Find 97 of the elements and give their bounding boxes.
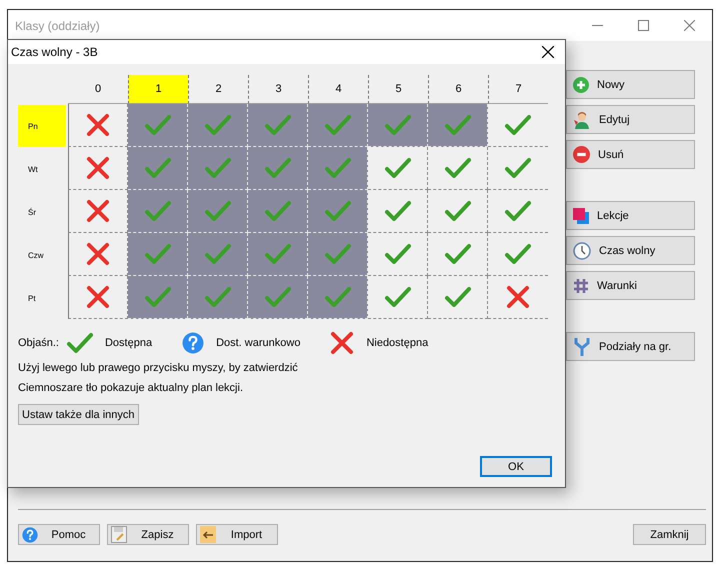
- check-icon: [264, 114, 290, 136]
- check-icon: [324, 286, 350, 308]
- check-icon: [144, 243, 170, 265]
- footer-button[interactable]: Import: [196, 524, 278, 545]
- close-icon: [684, 20, 694, 31]
- side-button[interactable]: Czas wolny: [566, 236, 695, 265]
- hash-icon: [573, 278, 589, 294]
- check-icon: [264, 157, 290, 179]
- minimize-icon: [592, 25, 602, 26]
- cross-icon: [86, 156, 110, 180]
- cross-icon: [86, 285, 110, 309]
- timetable-cell[interactable]: [68, 104, 128, 147]
- footer-button[interactable]: Pomoc: [18, 524, 100, 545]
- cross-icon: [86, 113, 110, 137]
- window-title: Klasy (oddziały): [15, 18, 101, 32]
- clock-icon: [573, 242, 591, 260]
- check-icon: [384, 114, 410, 136]
- cross-icon: [86, 199, 110, 223]
- timetable-cell[interactable]: [428, 276, 488, 319]
- check-icon: [264, 243, 290, 265]
- check-icon: [204, 114, 230, 136]
- ok-button[interactable]: OK: [480, 456, 552, 477]
- import-icon: [200, 526, 216, 543]
- side-button[interactable]: Edytuj: [566, 105, 695, 134]
- check-icon: [144, 200, 170, 222]
- check-icon: [204, 200, 230, 222]
- row-header[interactable]: Pt: [18, 277, 66, 319]
- check-icon: [204, 157, 230, 179]
- hint-text: Użyj lewego lub prawego przycisku myszy, by zatwierdzić: [18, 362, 299, 375]
- close-window-button[interactable]: Zamknij: [633, 524, 706, 545]
- timetable-cell[interactable]: [68, 147, 128, 190]
- apply-others-button[interactable]: Ustaw także dla innych: [18, 404, 138, 425]
- timetable-cell[interactable]: [428, 233, 488, 276]
- check-icon: [66, 332, 93, 354]
- fork-icon: [573, 336, 591, 356]
- timetable-cell[interactable]: [428, 190, 488, 233]
- check-icon: [444, 286, 470, 308]
- check-icon: [505, 243, 531, 265]
- side-button[interactable]: Usuń: [566, 140, 695, 169]
- check-icon: [444, 157, 470, 179]
- row-header[interactable]: Pn: [18, 105, 66, 147]
- close-icon: [542, 46, 554, 58]
- side-button[interactable]: Warunki: [566, 271, 695, 300]
- plus-icon: [573, 76, 589, 92]
- cross-icon: [506, 285, 530, 309]
- check-icon: [324, 200, 350, 222]
- minus-icon: [573, 146, 590, 163]
- row-header[interactable]: Śr: [18, 191, 66, 233]
- check-icon: [505, 114, 531, 136]
- cross-icon: [86, 242, 110, 266]
- check-icon: [324, 114, 350, 136]
- check-icon: [264, 200, 290, 222]
- squares-icon: [573, 208, 589, 224]
- side-button[interactable]: Nowy: [566, 70, 695, 99]
- check-icon: [144, 114, 170, 136]
- hint-text: Ciemnoszare tło pokazuje aktualny plan lekcji.: [18, 382, 244, 395]
- column-header[interactable]: 1: [128, 75, 188, 104]
- floppy-icon: [111, 526, 127, 543]
- check-icon: [505, 157, 531, 179]
- check-icon: [384, 200, 410, 222]
- timetable-cell[interactable]: [368, 190, 428, 233]
- timetable-cell[interactable]: [368, 147, 428, 190]
- check-icon: [324, 157, 350, 179]
- check-icon: [444, 114, 470, 136]
- check-icon: [324, 243, 350, 265]
- check-icon: [505, 200, 531, 222]
- check-icon: [384, 243, 410, 265]
- help-icon: [182, 332, 204, 354]
- check-icon: [384, 286, 410, 308]
- dialog-title: Czas wolny - 3B: [11, 45, 99, 59]
- check-icon: [204, 243, 230, 265]
- timetable-cell[interactable]: [68, 233, 128, 276]
- timetable-cell[interactable]: [368, 233, 428, 276]
- timetable-cell[interactable]: [428, 147, 488, 190]
- legend-text: Niedostępna: [366, 337, 428, 349]
- row-header[interactable]: Czw: [18, 234, 66, 276]
- check-icon: [144, 157, 170, 179]
- timetable-cell[interactable]: [368, 276, 428, 319]
- legend-text: Dost. warunkowo: [216, 337, 300, 349]
- check-icon: [264, 286, 290, 308]
- timetable-cell[interactable]: [68, 190, 128, 233]
- check-icon: [444, 200, 470, 222]
- maximize-icon: [638, 20, 648, 31]
- row-header[interactable]: Wt: [18, 148, 66, 190]
- check-icon: [444, 243, 470, 265]
- side-button[interactable]: Podziały na gr.: [566, 332, 695, 361]
- check-icon: [144, 286, 170, 308]
- cross-icon: [330, 331, 354, 355]
- legend-text: Dostępna: [104, 337, 152, 349]
- footer-button[interactable]: Zapisz: [107, 524, 189, 545]
- check-icon: [384, 157, 410, 179]
- timetable-cell[interactable]: [68, 276, 128, 319]
- side-button[interactable]: Lekcje: [566, 201, 695, 230]
- legend-label: Objaśn.:: [18, 337, 59, 349]
- person-icon: [573, 110, 591, 128]
- help-icon: [22, 526, 38, 542]
- check-icon: [204, 286, 230, 308]
